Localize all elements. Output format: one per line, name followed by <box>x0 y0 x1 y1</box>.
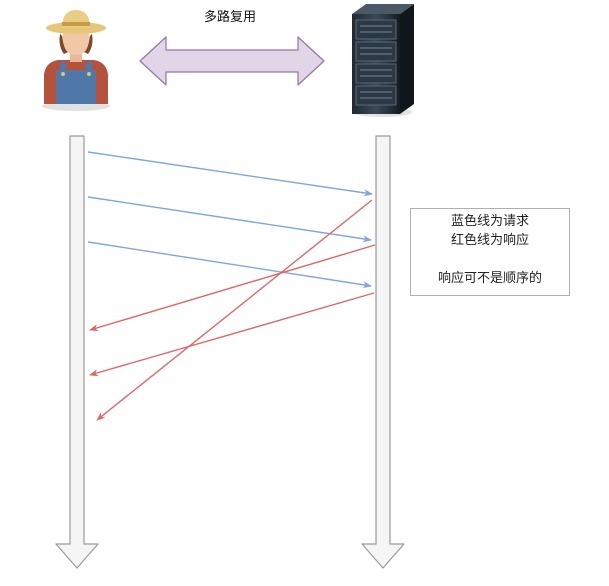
note-line-response: 红色线为响应 <box>450 233 529 248</box>
note-line-request: 蓝色线为请求 <box>450 214 529 229</box>
multiplex-double-arrow <box>139 36 325 86</box>
response-arrow-3 <box>96 199 373 421</box>
server-rack-icon <box>352 4 414 117</box>
note-line-order: 响应可不是顺序的 <box>437 271 542 286</box>
server-lifeline <box>361 135 405 569</box>
request-arrow-3 <box>87 241 372 289</box>
legend-note: 蓝色线为请求 红色线为响应 响应可不是顺序的 <box>410 208 570 296</box>
note-gap <box>411 250 569 269</box>
response-arrow-2 <box>89 292 375 377</box>
client-lifeline <box>55 135 99 569</box>
response-arrow-1 <box>89 244 376 332</box>
farmer-user-icon <box>42 10 110 111</box>
diagram-title: 多路复用 <box>203 10 256 25</box>
request-arrow-2 <box>87 196 372 243</box>
request-arrow-1 <box>87 151 373 197</box>
